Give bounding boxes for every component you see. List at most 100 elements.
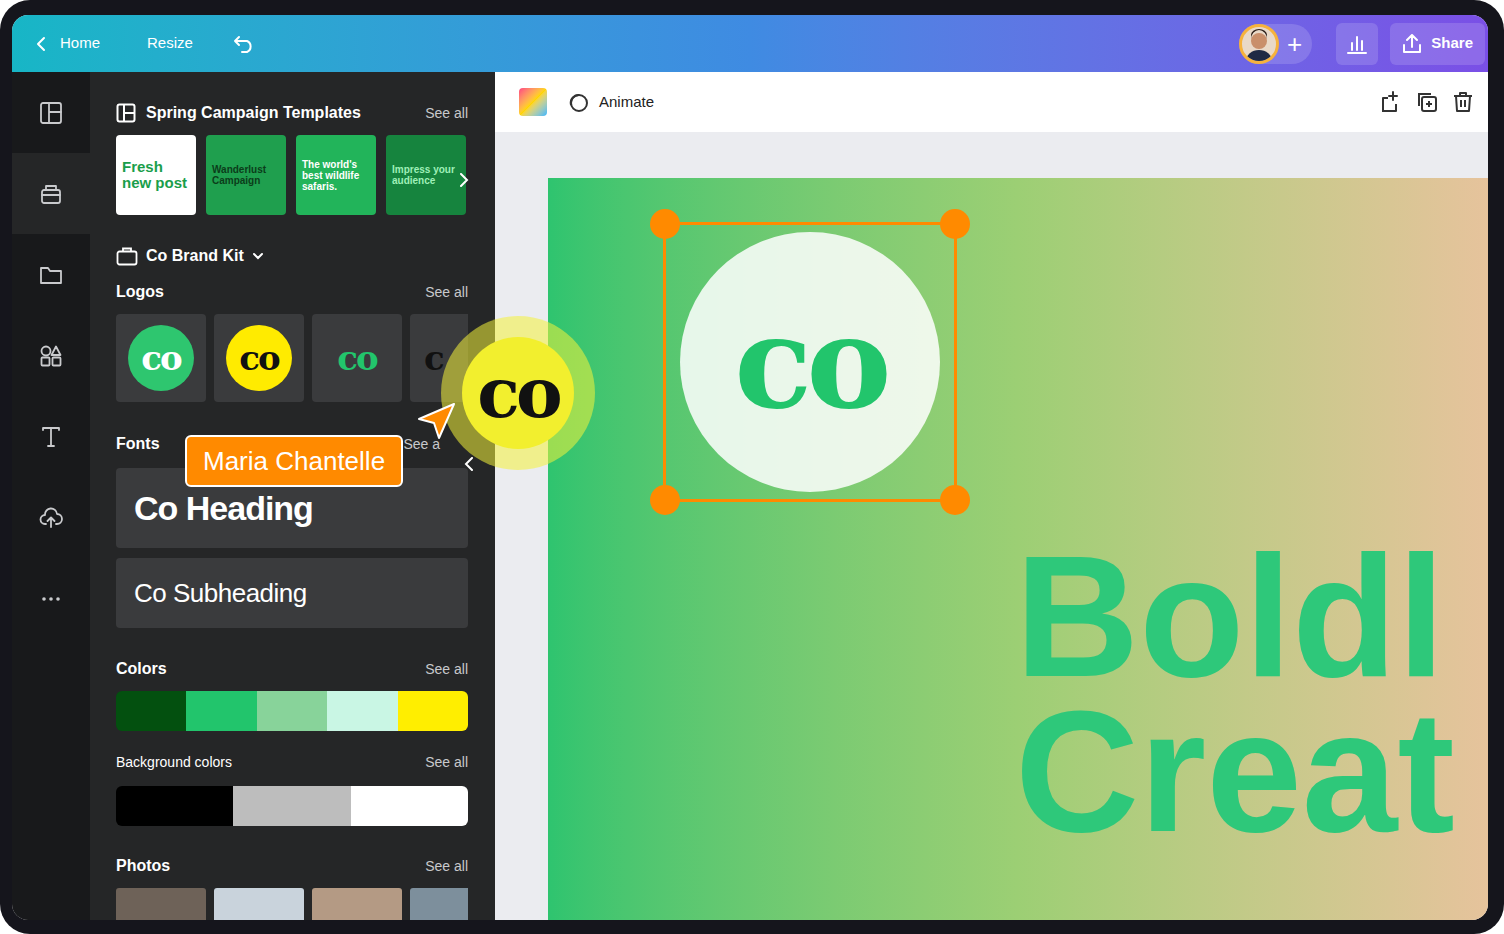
brand-kit-selector[interactable]: Co Brand Kit <box>116 245 468 267</box>
see-all-link[interactable]: See all <box>425 856 468 877</box>
rail-item[interactable] <box>12 234 90 315</box>
insights-button[interactable] <box>1336 23 1378 65</box>
dragged-logo[interactable]: co <box>441 316 595 470</box>
editor-toolbar: Animate <box>495 72 1488 132</box>
rail-item[interactable] <box>12 315 90 396</box>
duplicate-icon[interactable] <box>1416 91 1438 113</box>
resize-handle[interactable] <box>940 485 970 515</box>
see-all-link[interactable]: See all <box>425 282 468 303</box>
template-thumbnail[interactable]: Wanderlust Campaign <box>206 135 286 215</box>
logo-tile[interactable]: co <box>116 314 206 402</box>
elements-icon <box>39 344 63 368</box>
color-swatch[interactable] <box>257 691 327 731</box>
color-swatch[interactable] <box>116 786 233 826</box>
avatar[interactable] <box>1239 24 1279 64</box>
chevron-left-icon <box>464 457 474 471</box>
template-thumbnail[interactable]: Fresh new post <box>116 135 196 215</box>
photo-thumbnail[interactable] <box>214 888 304 920</box>
color-swatch[interactable] <box>351 786 468 826</box>
side-rail <box>12 72 90 920</box>
logo-text[interactable]: co <box>141 341 180 375</box>
section-title: Fonts <box>116 432 160 456</box>
trash-icon[interactable] <box>1452 91 1474 113</box>
chevron-right-icon <box>459 173 469 187</box>
color-swatch[interactable] <box>116 691 186 731</box>
logo-text[interactable]: co <box>239 341 278 375</box>
see-all-link[interactable]: See all <box>425 103 468 124</box>
upload-icon <box>1402 34 1422 54</box>
rail-item[interactable] <box>12 72 90 153</box>
photo-thumbnail[interactable] <box>410 888 468 920</box>
template-text[interactable]: The world's best wildlife safaris. <box>302 159 370 192</box>
resize-handle[interactable] <box>650 209 680 239</box>
template-text[interactable]: Impress your audience <box>392 164 460 186</box>
animate-label[interactable]: Animate <box>599 91 654 114</box>
resize-button[interactable]: Resize <box>147 32 193 55</box>
photo-thumbnail[interactable] <box>116 888 206 920</box>
cursor-arrow-icon <box>416 401 456 441</box>
see-all-link[interactable]: See all <box>425 659 468 680</box>
person-icon <box>1242 27 1276 61</box>
resize-handle[interactable] <box>940 209 970 239</box>
canvas-logo[interactable]: co <box>680 232 940 492</box>
uploads-icon <box>39 506 63 530</box>
brand-kit-name[interactable]: Co Brand Kit <box>146 244 244 268</box>
color-swatch[interactable] <box>186 691 256 731</box>
font-style-name[interactable]: Co Heading <box>134 483 313 534</box>
app-window: Home Resize + Share Spring Campaign Temp… <box>12 15 1488 920</box>
template-text[interactable]: Fresh new post <box>122 159 190 191</box>
logo-tile[interactable]: co <box>214 314 304 402</box>
projects-icon <box>39 263 63 287</box>
color-swatch[interactable] <box>233 786 350 826</box>
templates-next-button[interactable] <box>456 168 472 192</box>
design-page[interactable]: co Boldl Creat <box>548 178 1488 920</box>
collaborators[interactable]: + <box>1239 24 1312 64</box>
see-all-link[interactable]: See all <box>425 752 468 773</box>
section-title: Spring Campaign Templates <box>146 101 361 125</box>
logo-row: co co co c <box>116 314 468 402</box>
top-bar: Home Resize + Share <box>12 15 1488 72</box>
section-title: Photos <box>116 854 170 878</box>
background-palette <box>116 786 468 826</box>
color-swatch[interactable] <box>327 691 397 731</box>
section-title: Background colors <box>116 752 232 773</box>
rail-item[interactable] <box>12 153 90 234</box>
color-swatch[interactable] <box>398 691 468 731</box>
more-icon <box>39 587 63 611</box>
template-thumbnail[interactable]: The world's best wildlife safaris. <box>296 135 376 215</box>
brand-panel: Spring Campaign Templates See all Fresh … <box>90 72 495 920</box>
template-text[interactable]: Wanderlust Campaign <box>212 164 280 186</box>
rail-item[interactable] <box>12 477 90 558</box>
share-button[interactable]: Share <box>1390 23 1485 65</box>
logo-text[interactable]: co <box>337 341 376 375</box>
photo-row <box>116 888 468 920</box>
rail-item[interactable] <box>12 396 90 477</box>
font-style-name[interactable]: Co Subheading <box>134 574 307 613</box>
templates-icon <box>39 101 63 125</box>
home-button[interactable]: Home <box>34 32 100 55</box>
share-label[interactable]: Share <box>1431 32 1473 55</box>
add-page-icon[interactable] <box>1380 91 1402 113</box>
brand-icon <box>39 182 63 206</box>
color-picker[interactable] <box>519 88 547 116</box>
headline-line[interactable]: Creat <box>1015 685 1455 857</box>
chevron-down-icon <box>252 250 264 262</box>
home-label[interactable]: Home <box>60 32 100 55</box>
canvas: co Boldl Creat <box>495 132 1488 920</box>
undo-icon[interactable] <box>233 35 255 53</box>
resize-handle[interactable] <box>650 485 680 515</box>
selection-box[interactable] <box>663 222 957 502</box>
add-collaborator-button[interactable]: + <box>1287 31 1302 57</box>
canvas-logo-text[interactable]: co <box>734 298 885 426</box>
color-palette <box>116 691 468 731</box>
logo-tile[interactable]: co <box>312 314 402 402</box>
editor-area: Animate co Boldl Creat <box>495 72 1488 920</box>
rail-item[interactable] <box>12 558 90 639</box>
animate-button[interactable]: Animate <box>567 91 654 114</box>
headline-line[interactable]: Boldl <box>1015 530 1445 702</box>
dragged-logo-text[interactable]: co <box>477 358 558 428</box>
logo-text[interactable]: c <box>424 341 443 375</box>
font-style-card[interactable]: Co Subheading <box>116 558 468 628</box>
photo-thumbnail[interactable] <box>312 888 402 920</box>
template-thumbnail[interactable]: Impress your audience <box>386 135 466 215</box>
